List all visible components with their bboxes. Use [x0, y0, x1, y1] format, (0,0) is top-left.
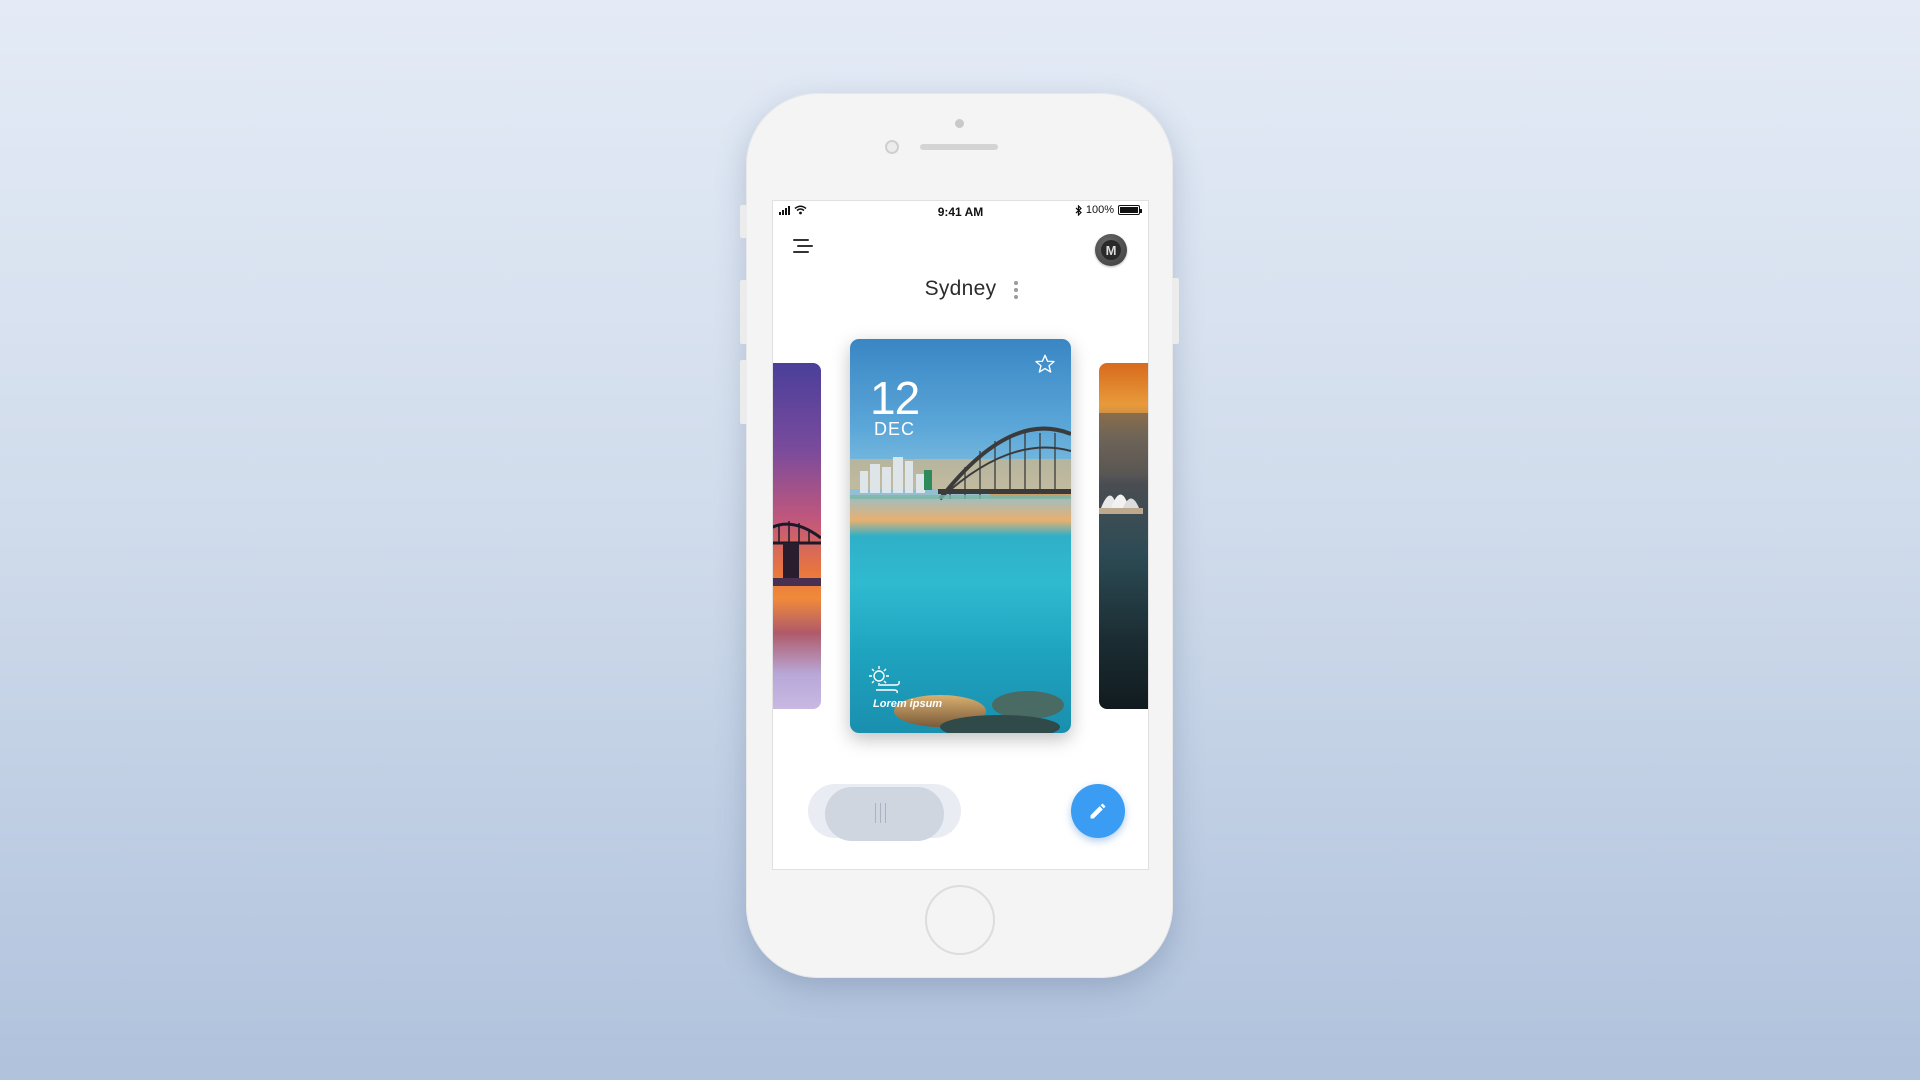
more-vertical-icon[interactable] — [1014, 281, 1018, 301]
avatar-letter: M — [1101, 240, 1121, 260]
title-row: Sydney — [773, 277, 1148, 301]
home-button[interactable] — [925, 885, 995, 955]
proximity-sensor — [955, 119, 964, 128]
battery-percent: 100% — [1085, 204, 1114, 216]
mute-switch — [740, 205, 747, 238]
star-icon[interactable] — [1034, 353, 1056, 375]
power-button — [1172, 278, 1179, 344]
battery-icon — [1118, 205, 1142, 215]
pencil-icon — [1090, 803, 1106, 819]
drag-handle-icon — [875, 803, 886, 823]
opera-house-image — [1099, 413, 1148, 514]
status-bar: 9:41 AM 100% — [773, 201, 1148, 221]
day-card[interactable]: 12 DEC Lorem ipsum — [850, 339, 1071, 733]
phone-screen: 9:41 AM 100% M Sydney 12 DEC Lorem ipsum — [772, 200, 1149, 870]
menu-icon[interactable] — [793, 239, 813, 255]
card-caption: Lorem ipsum — [873, 698, 943, 710]
bluetooth-icon — [1075, 204, 1082, 216]
edit-button[interactable] — [1071, 784, 1125, 838]
card-day: 12 — [870, 372, 920, 424]
card-previous[interactable] — [773, 363, 821, 709]
front-camera — [885, 140, 899, 154]
card-next[interactable] — [1099, 363, 1148, 709]
volume-up-button — [740, 280, 747, 344]
earpiece-speaker — [920, 144, 998, 150]
city-title: Sydney — [924, 277, 997, 300]
volume-down-button — [740, 360, 747, 424]
card-month: DEC — [874, 419, 916, 439]
avatar-icon[interactable]: M — [1095, 234, 1127, 266]
sun-wind-icon — [869, 666, 900, 694]
bridge-sunset-image — [773, 521, 821, 586]
